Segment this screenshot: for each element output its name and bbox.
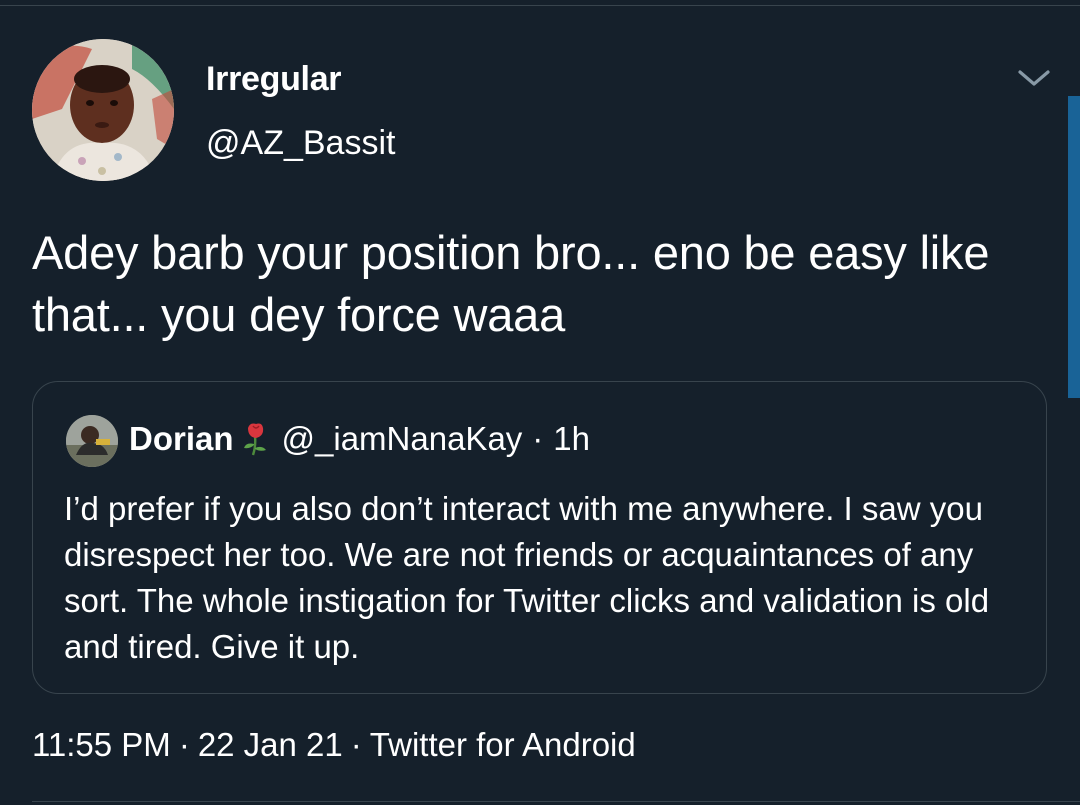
user-avatar-icon — [66, 415, 118, 467]
scrollbar[interactable] — [1068, 96, 1080, 398]
meta-separator: · — [178, 726, 190, 763]
quote-author-handle[interactable]: @_iamNanaKay — [282, 420, 523, 458]
author-avatar[interactable] — [32, 39, 174, 181]
quote-author-display-name[interactable]: Dorian — [129, 420, 234, 458]
quote-text: I’d prefer if you also don’t interact wi… — [64, 490, 990, 665]
wilted-rose-icon — [240, 422, 270, 456]
quoted-tweet-card[interactable]: Dorian @_iamNanaKay · 1h I’d prefer if y… — [32, 381, 1047, 694]
tweet-timestamp[interactable]: 11:55 PM — [32, 726, 171, 763]
author-display-name[interactable]: Irregular — [206, 60, 342, 99]
quote-time-ago[interactable]: 1h — [553, 420, 590, 458]
tweet-meta-row: 11:55 PM · 22 Jan 21 · Twitter for Android — [32, 726, 636, 764]
quote-header: Dorian @_iamNanaKay · 1h — [129, 420, 590, 458]
meta-separator: · — [350, 726, 362, 763]
chevron-down-icon[interactable] — [1016, 64, 1052, 92]
bottom-divider — [32, 801, 1080, 802]
quote-author-avatar[interactable] — [66, 415, 118, 467]
author-handle[interactable]: @AZ_Bassit — [206, 124, 395, 163]
tweet-date[interactable]: 22 Jan 21 — [198, 726, 343, 763]
top-divider — [0, 0, 1080, 6]
tweet-source[interactable]: Twitter for Android — [370, 726, 636, 763]
tweet-text: Adey barb your position bro... eno be ea… — [32, 226, 990, 341]
baby-photo-avatar-icon — [32, 39, 174, 181]
quote-separator: · — [532, 420, 544, 457]
